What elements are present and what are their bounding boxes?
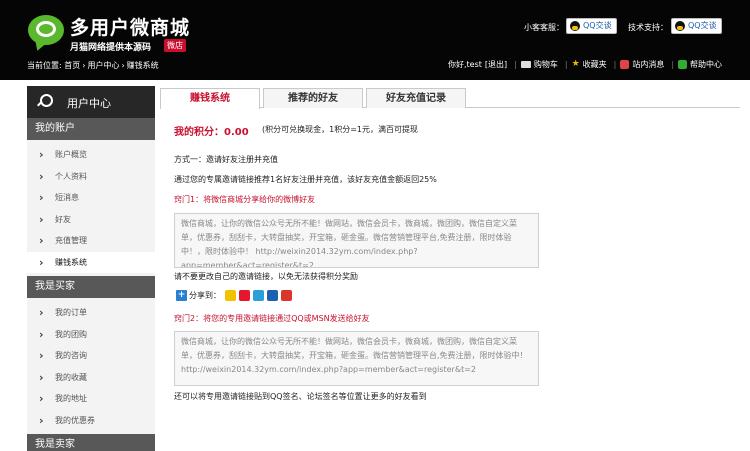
- sidebar-item-account-overview[interactable]: 账户概览: [27, 144, 155, 166]
- tech-support-label: 技术支持：: [628, 23, 668, 32]
- share-bar: + 分享到：: [176, 290, 295, 301]
- share-plus-icon[interactable]: +: [176, 290, 187, 301]
- tab-earn-money[interactable]: 赚钱系统: [160, 88, 260, 109]
- method-one-title: 方式一：邀请好友注册并充值: [174, 155, 278, 164]
- sidebar-header-label: 用户中心: [67, 97, 111, 110]
- messages-link[interactable]: 站内消息: [620, 59, 664, 70]
- tab-friend-recharge-records[interactable]: 好友充值记录: [366, 88, 466, 108]
- section-my-account[interactable]: 我的账户: [27, 118, 155, 140]
- user-search-icon: [37, 94, 53, 110]
- breadcrumb-prefix: 当前位置:: [27, 61, 65, 70]
- breadcrumb-current: 赚钱系统: [126, 61, 159, 70]
- service-qq-button[interactable]: QQ交谈: [566, 18, 617, 34]
- messages-label: 站内消息: [632, 60, 665, 69]
- site-subtitle: 月猫网络提供本源码: [70, 43, 152, 53]
- breadcrumb-user-center[interactable]: 用户中心: [87, 61, 119, 70]
- account-menu: 账户概览 个人资料 短消息 好友 充值管理 赚钱系统: [27, 140, 155, 276]
- tab-recommended-friends[interactable]: 推荐的好友: [263, 88, 363, 108]
- invite-link-textarea-1[interactable]: 微信商城，让你的微信公众号无所不能！做网站，微信会员卡，微商城，微团购，微信自定…: [174, 213, 539, 268]
- tip-two: 窍门2：将您的专用邀请链接通过QQ或MSN发送给好友: [174, 314, 370, 323]
- sidebar-item-my-inquiries[interactable]: 我的咨询: [27, 345, 155, 367]
- buyer-menu: 我的订单 我的团购 我的咨询 我的收藏 我的地址 我的优惠券: [27, 298, 155, 434]
- divider: |: [564, 60, 568, 69]
- star-icon: ★: [571, 59, 580, 69]
- cart-link[interactable]: 购物车: [520, 59, 558, 70]
- sidebar-header: 用户中心: [27, 86, 155, 118]
- breadcrumb-separator: ›: [121, 61, 125, 70]
- sidebar-item-profile[interactable]: 个人资料: [27, 166, 155, 188]
- main-content: 我的积分：0.00 (积分可兑换现金，1积分=1元，满百可提现 方式一：邀请好友…: [160, 109, 740, 429]
- divider: |: [671, 60, 675, 69]
- points-note: (积分可兑换现金，1积分=1元，满百可提现: [262, 125, 419, 134]
- sidebar: 用户中心 我的账户 账户概览 个人资料 短消息 好友 充值管理 赚钱系统 我是买…: [27, 86, 155, 451]
- points-value: 0.00: [224, 127, 249, 138]
- qzone-icon[interactable]: [225, 290, 236, 301]
- breadcrumb: 当前位置: 首页 › 用户中心 › 赚钱系统: [27, 60, 159, 71]
- content-tabs: 赚钱系统 推荐的好友 好友充值记录: [160, 88, 740, 109]
- sidebar-item-my-groupbuy[interactable]: 我的团购: [27, 324, 155, 346]
- method-one-description: 通过您的专属邀请链接推荐1名好友注册并充值，该好友充值金额返回25%: [174, 175, 437, 184]
- footer-note: 还可以将专用邀请链接贴到QQ签名、论坛签名等位置让更多的好友看到: [174, 392, 427, 401]
- sidebar-item-messages[interactable]: 短消息: [27, 187, 155, 209]
- sidebar-item-my-orders[interactable]: 我的订单: [27, 302, 155, 324]
- renren-icon[interactable]: [267, 290, 278, 301]
- logout-link[interactable]: [退出]: [485, 59, 507, 70]
- invite-warning: 请不要更改自己的邀请链接，以免无法获得积分奖励: [174, 272, 358, 281]
- sidebar-item-my-address[interactable]: 我的地址: [27, 388, 155, 410]
- kaixin-icon[interactable]: [281, 290, 292, 301]
- breadcrumb-separator: ›: [82, 61, 86, 70]
- wechat-logo-icon[interactable]: [28, 15, 64, 45]
- service-qq-label: QQ交谈: [583, 21, 612, 30]
- share-to-label: 分享到：: [189, 291, 221, 300]
- favorites-label: 收藏夹: [582, 60, 607, 69]
- sidebar-item-my-favorites[interactable]: 我的收藏: [27, 367, 155, 389]
- sidebar-item-my-coupons[interactable]: 我的优惠券: [27, 410, 155, 432]
- top-navigation: 你好,test [退出] | 购物车 | ★ 收藏夹 | 站内消息 | 帮助中心: [448, 59, 725, 70]
- section-buyer[interactable]: 我是买家: [27, 276, 155, 298]
- tech-qq-button[interactable]: QQ交谈: [671, 18, 722, 34]
- site-title[interactable]: 多用户微商城: [70, 13, 190, 40]
- favorites-link[interactable]: ★ 收藏夹: [572, 59, 607, 70]
- greeting: 你好,test: [448, 60, 482, 69]
- sidebar-item-friends[interactable]: 好友: [27, 209, 155, 231]
- points-label: 我的积分：: [174, 127, 224, 138]
- breadcrumb-home[interactable]: 首页: [64, 61, 80, 70]
- message-icon: [620, 60, 630, 69]
- divider: |: [514, 60, 517, 69]
- divider: |: [613, 60, 617, 69]
- points-display: 我的积分：0.00: [174, 123, 249, 138]
- qq-penguin-icon: [570, 21, 580, 31]
- help-link[interactable]: 帮助中心: [678, 59, 722, 70]
- tech-qq-label: QQ交谈: [688, 21, 717, 30]
- tencent-weibo-icon[interactable]: [253, 290, 264, 301]
- sidebar-item-recharge[interactable]: 充值管理: [27, 230, 155, 252]
- weidian-badge: 微店: [164, 39, 186, 52]
- qq-penguin-icon: [675, 21, 685, 31]
- service-label: 小客客服：: [524, 23, 564, 32]
- section-seller[interactable]: 我是卖家: [27, 434, 155, 451]
- cart-icon: [520, 61, 531, 68]
- help-label: 帮助中心: [690, 60, 723, 69]
- invite-link-textarea-2[interactable]: 微信商城，让你的微信公众号无所不能！做网站，微信会员卡，微商城，微团购，微信自定…: [174, 331, 539, 386]
- help-icon: [678, 60, 688, 69]
- tip-one: 窍门1：将微信商城分享给你的微博好友: [174, 195, 316, 204]
- site-header: 多用户微商城 月猫网络提供本源码 微店 小客客服： QQ交谈 技术支持： QQ交…: [0, 0, 750, 80]
- sina-weibo-icon[interactable]: [239, 290, 250, 301]
- sidebar-item-earn-money[interactable]: 赚钱系统: [27, 251, 155, 273]
- cart-label: 购物车: [533, 60, 558, 69]
